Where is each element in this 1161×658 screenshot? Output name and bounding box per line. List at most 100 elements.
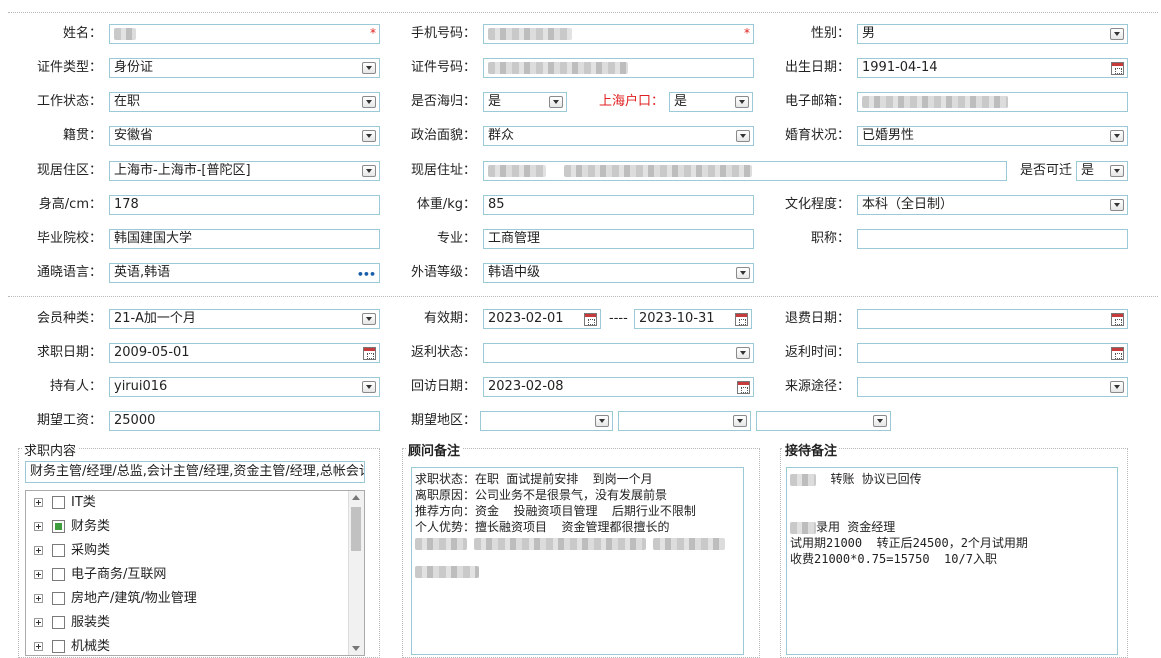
salary-input[interactable]: 25000	[109, 411, 380, 431]
relocate-select[interactable]: 是	[1076, 161, 1128, 181]
birth-date-input[interactable]: 1991-04-14	[857, 58, 1128, 78]
tree-item-it[interactable]: IT类	[34, 493, 96, 513]
calendar-icon[interactable]	[1111, 313, 1124, 326]
expand-icon[interactable]	[34, 642, 43, 651]
job-date-value: 2009-05-01	[114, 345, 190, 360]
dropdown-arrow-icon[interactable]	[735, 96, 749, 108]
marital-select[interactable]: 已婚男性	[857, 126, 1128, 146]
dropdown-arrow-icon[interactable]	[362, 313, 376, 325]
political-select[interactable]: 群众	[483, 126, 754, 146]
dropdown-arrow-icon[interactable]	[1110, 199, 1124, 211]
checkbox[interactable]	[52, 544, 65, 557]
tree-item-apparel[interactable]: 服装类	[34, 613, 110, 633]
member-type-select[interactable]: 21-A加一个月	[109, 309, 380, 329]
expand-icon[interactable]	[34, 522, 43, 531]
residence-area-select[interactable]: 上海市-上海市-[普陀区]	[109, 161, 380, 181]
education-select[interactable]: 本科（全日制）	[857, 195, 1128, 215]
dropdown-arrow-icon[interactable]	[736, 347, 750, 359]
tree-item-realestate[interactable]: 房地产/建筑/物业管理	[34, 589, 197, 609]
school-input[interactable]: 韩国建国大学	[109, 229, 380, 249]
region-city-select[interactable]	[618, 411, 751, 431]
calendar-icon[interactable]	[363, 347, 376, 360]
visit-date-input[interactable]: 2023-02-08	[483, 377, 754, 397]
dropdown-arrow-icon[interactable]	[1110, 28, 1124, 40]
region-district-select[interactable]	[756, 411, 891, 431]
holder-select[interactable]: yirui016	[109, 377, 380, 397]
note-line: 收费21000*0.75=15750 10/7入职	[790, 552, 997, 566]
refund-date-input[interactable]	[857, 309, 1128, 329]
job-panel-title: 求职内容	[22, 440, 79, 459]
job-summary-input[interactable]: 财务主管/经理/总监,会计主管/经理,资金主管/经理,总帐会计	[25, 461, 365, 483]
expand-icon[interactable]	[34, 594, 43, 603]
more-options-icon[interactable]: •••	[357, 266, 376, 282]
dropdown-arrow-icon[interactable]	[873, 415, 887, 427]
checkbox[interactable]	[52, 640, 65, 653]
dropdown-arrow-icon[interactable]	[362, 96, 376, 108]
phone-input[interactable]: *	[483, 24, 754, 44]
tree-item-purchasing[interactable]: 采购类	[34, 541, 110, 561]
lang-level-select[interactable]: 韩语中级	[483, 263, 754, 283]
dropdown-arrow-icon[interactable]	[736, 130, 750, 142]
dropdown-arrow-icon[interactable]	[1110, 165, 1124, 177]
tree-item-machinery[interactable]: 机械类	[34, 637, 110, 655]
calendar-icon[interactable]	[737, 381, 750, 394]
dropdown-arrow-icon[interactable]	[549, 96, 563, 108]
validity-start-input[interactable]: 2023-02-01	[483, 309, 601, 329]
advisor-notes-textarea[interactable]: 求职状态：在职 面试提前安排 到岗一个月 离职原因：公司业务不是很景气，没有发展前…	[411, 467, 744, 655]
scroll-up-icon[interactable]	[352, 495, 360, 500]
validity-end-input[interactable]: 2023-10-31	[634, 309, 752, 329]
region-province-select[interactable]	[480, 411, 613, 431]
dropdown-arrow-icon[interactable]	[1110, 130, 1124, 142]
gender-select[interactable]: 男	[857, 24, 1128, 44]
height-input[interactable]: 178	[109, 195, 380, 215]
tree-item-ecommerce[interactable]: 电子商务/互联网	[34, 565, 166, 585]
holder-label: 持有人：	[49, 379, 102, 394]
calendar-icon[interactable]	[584, 313, 597, 326]
address-input[interactable]	[483, 161, 1007, 181]
dropdown-arrow-icon[interactable]	[595, 415, 609, 427]
dropdown-arrow-icon[interactable]	[362, 381, 376, 393]
rebate-time-input[interactable]	[857, 343, 1128, 363]
dropdown-arrow-icon[interactable]	[362, 62, 376, 74]
rebate-status-select[interactable]	[483, 343, 754, 363]
calendar-icon[interactable]	[735, 313, 748, 326]
id-type-select[interactable]: 身份证	[109, 58, 380, 78]
work-status-select[interactable]: 在职	[109, 92, 380, 112]
name-input[interactable]: *	[109, 24, 380, 44]
dropdown-arrow-icon[interactable]	[733, 415, 747, 427]
email-input[interactable]	[857, 92, 1128, 112]
calendar-icon[interactable]	[1111, 62, 1124, 75]
expand-icon[interactable]	[34, 570, 43, 579]
expand-icon[interactable]	[34, 618, 43, 627]
dropdown-arrow-icon[interactable]	[362, 165, 376, 177]
relocate-value: 是	[1081, 163, 1095, 178]
sh-hukou-select[interactable]: 是	[669, 92, 753, 112]
source-select[interactable]	[857, 377, 1128, 397]
expand-icon[interactable]	[34, 498, 43, 507]
calendar-icon[interactable]	[1111, 347, 1124, 360]
returnee-select[interactable]: 是	[483, 92, 567, 112]
native-select[interactable]: 安徽省	[109, 126, 380, 146]
checkbox[interactable]	[52, 592, 65, 605]
languages-input[interactable]: 英语,韩语 •••	[109, 263, 380, 283]
scroll-down-icon[interactable]	[352, 646, 360, 651]
tree-scrollbar[interactable]	[348, 491, 364, 655]
reception-notes-textarea[interactable]: 转账 协议已回传 录用 资金经理 试用期21000 转正后24500，2个月试用期收…	[786, 467, 1118, 655]
checkbox[interactable]	[52, 568, 65, 581]
languages-label: 通晓语言：	[36, 265, 102, 280]
title-input[interactable]	[857, 229, 1128, 249]
dropdown-arrow-icon[interactable]	[736, 267, 750, 279]
checkbox-checked[interactable]	[52, 520, 65, 533]
major-input[interactable]: 工商管理	[483, 229, 754, 249]
checkbox[interactable]	[52, 616, 65, 629]
job-date-input[interactable]: 2009-05-01	[109, 343, 380, 363]
job-category-tree[interactable]: IT类 财务类 采购类 电子商务/互联网 房地产/建筑/物业管理 服装类 机械类	[25, 490, 365, 656]
tree-item-finance[interactable]: 财务类	[34, 517, 110, 537]
weight-input[interactable]: 85	[483, 195, 754, 215]
dropdown-arrow-icon[interactable]	[362, 130, 376, 142]
scroll-thumb[interactable]	[351, 507, 361, 551]
dropdown-arrow-icon[interactable]	[1110, 381, 1124, 393]
expand-icon[interactable]	[34, 546, 43, 555]
id-number-input[interactable]	[483, 58, 754, 78]
checkbox[interactable]	[52, 496, 65, 509]
